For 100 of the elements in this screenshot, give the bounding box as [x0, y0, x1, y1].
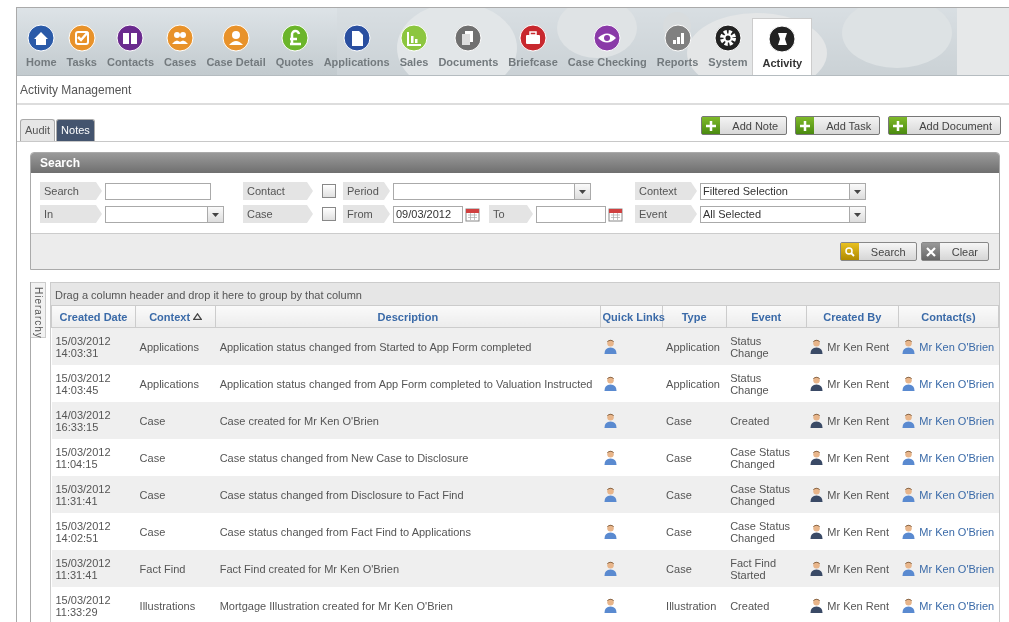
table-cell: Case	[666, 525, 692, 538]
nav-tab[interactable]: Quotes	[270, 15, 319, 75]
column-header[interactable]: Description	[377, 310, 439, 323]
person-icon[interactable]	[604, 524, 618, 539]
plus-icon	[800, 120, 811, 131]
nav-tab[interactable]: Case Detail	[201, 15, 271, 75]
person-icon	[902, 524, 916, 539]
table-cell: Mortgage Illustration created for Mr Ken O'Brien	[219, 599, 453, 612]
dropdown[interactable]	[393, 182, 591, 200]
table-cell: Case status changed from Fact Find to Applications	[219, 525, 471, 538]
calendar-icon[interactable]	[608, 206, 623, 222]
nav-tab[interactable]: Activity	[752, 18, 813, 75]
nav-tab[interactable]: Reports	[651, 15, 704, 75]
table-cell: Application status changed from App Form completed to Valuation Instructed	[219, 377, 593, 390]
table-cell: Mr Ken Rent	[827, 414, 889, 427]
table-cell: Illustration	[666, 599, 717, 612]
dropdown[interactable]: Filtered Selection	[700, 182, 866, 200]
table-cell: Case	[139, 525, 166, 538]
contact-link[interactable]: Mr Ken O'Brien	[919, 599, 995, 612]
table-cell-text: 15/03/2012 11:31:41	[55, 482, 112, 507]
tab[interactable]: Audit	[20, 119, 56, 141]
search-button[interactable]: Search	[839, 242, 917, 261]
table-cell: Status Change	[730, 334, 769, 359]
table-cell: Mr Ken Rent	[827, 488, 889, 501]
search-field[interactable]	[105, 182, 211, 200]
checkbox[interactable]	[322, 207, 336, 221]
person-icon	[810, 524, 824, 539]
contact-link[interactable]: Mr Ken O'Brien	[919, 525, 995, 538]
table-cell: Case	[666, 451, 692, 464]
dropdown[interactable]: All Selected	[700, 205, 866, 223]
person-icon[interactable]	[604, 561, 618, 576]
table-cell: Applications	[139, 340, 199, 353]
panel-title: Search	[40, 156, 81, 170]
field-label: Contact	[243, 182, 313, 200]
tab[interactable]: Notes	[56, 119, 95, 141]
table-cell: Case	[139, 414, 166, 427]
person-icon	[902, 450, 916, 465]
field-label: Context	[635, 182, 697, 200]
person-icon	[810, 450, 824, 465]
person-icon	[902, 413, 916, 428]
search-icon	[844, 246, 855, 257]
date-field[interactable]: 09/03/2012	[393, 205, 463, 223]
field-label: To	[489, 205, 533, 223]
nav-tab[interactable]: Sales	[394, 15, 434, 75]
nav-tab[interactable]: Case Checking	[562, 15, 652, 75]
table-cell: Case	[666, 414, 692, 427]
person-icon[interactable]	[604, 413, 618, 428]
table-cell: Mr Ken Rent	[827, 525, 889, 538]
contact-link[interactable]: Mr Ken O'Brien	[919, 377, 995, 390]
table-cell: Case Status Changed	[730, 482, 791, 507]
contact-link[interactable]: Mr Ken O'Brien	[919, 451, 995, 464]
nav-tab[interactable]: Cases	[159, 15, 202, 75]
add-button[interactable]: Add Document	[888, 116, 1001, 135]
field-label: In	[40, 205, 102, 223]
field-label: Search	[40, 182, 102, 200]
date-field[interactable]	[536, 205, 606, 223]
table-cell: Mr Ken Rent	[827, 451, 889, 464]
nav-tab[interactable]: System	[703, 15, 753, 75]
side-tab[interactable]: Hierarchy	[31, 282, 46, 338]
table-cell: Case Status Changed	[730, 519, 791, 544]
plus-icon	[893, 120, 904, 131]
person-icon	[810, 487, 824, 502]
table-cell: Case	[666, 562, 692, 575]
add-button[interactable]: Add Task	[795, 116, 881, 135]
table-cell: Created	[730, 599, 770, 612]
person-icon[interactable]	[604, 487, 618, 502]
nav-tab[interactable]: Home	[21, 15, 62, 75]
table-cell-text: 15/03/2012 11:33:29	[55, 593, 112, 618]
dropdown[interactable]	[105, 205, 224, 223]
table-cell: Case Status Changed	[730, 445, 791, 470]
table-cell: Fact Find	[139, 562, 186, 575]
person-icon	[810, 376, 824, 391]
person-icon[interactable]	[604, 450, 618, 465]
nav-tab[interactable]: Briefcase	[503, 15, 563, 75]
table-cell: Application status changed from Started to App Form completed	[219, 340, 532, 353]
field-label: Case	[243, 205, 313, 223]
clear-button[interactable]: Clear	[920, 242, 989, 261]
person-icon[interactable]	[604, 339, 618, 354]
nav-tab[interactable]: Tasks	[61, 15, 102, 75]
nav-tab[interactable]: Applications	[318, 15, 395, 75]
nav-tab[interactable]: Documents	[433, 15, 504, 75]
table-cell-text: 14/03/2012 16:33:15	[55, 408, 112, 433]
person-icon	[902, 561, 916, 576]
field-label: Event	[635, 205, 697, 223]
add-button[interactable]: Add Note	[701, 116, 788, 135]
table-cell: Application	[666, 340, 720, 353]
nav-tab[interactable]: Contacts	[101, 15, 159, 75]
table-cell: Created	[730, 414, 770, 427]
table-cell: Mr Ken Rent	[827, 377, 889, 390]
table-cell: Case	[139, 451, 166, 464]
table-cell-text: 15/03/2012 14:02:51	[55, 519, 112, 544]
person-icon	[810, 339, 824, 354]
calendar-icon[interactable]	[465, 206, 480, 222]
checkbox[interactable]	[322, 184, 336, 198]
person-icon[interactable]	[604, 598, 618, 613]
person-icon	[902, 376, 916, 391]
table-cell: Case created for Mr Ken O'Brien	[219, 414, 379, 427]
person-icon[interactable]	[604, 376, 618, 391]
table-cell: Case status changed from Disclosure to Fact Find	[219, 488, 464, 501]
table-cell: Case	[139, 488, 166, 501]
